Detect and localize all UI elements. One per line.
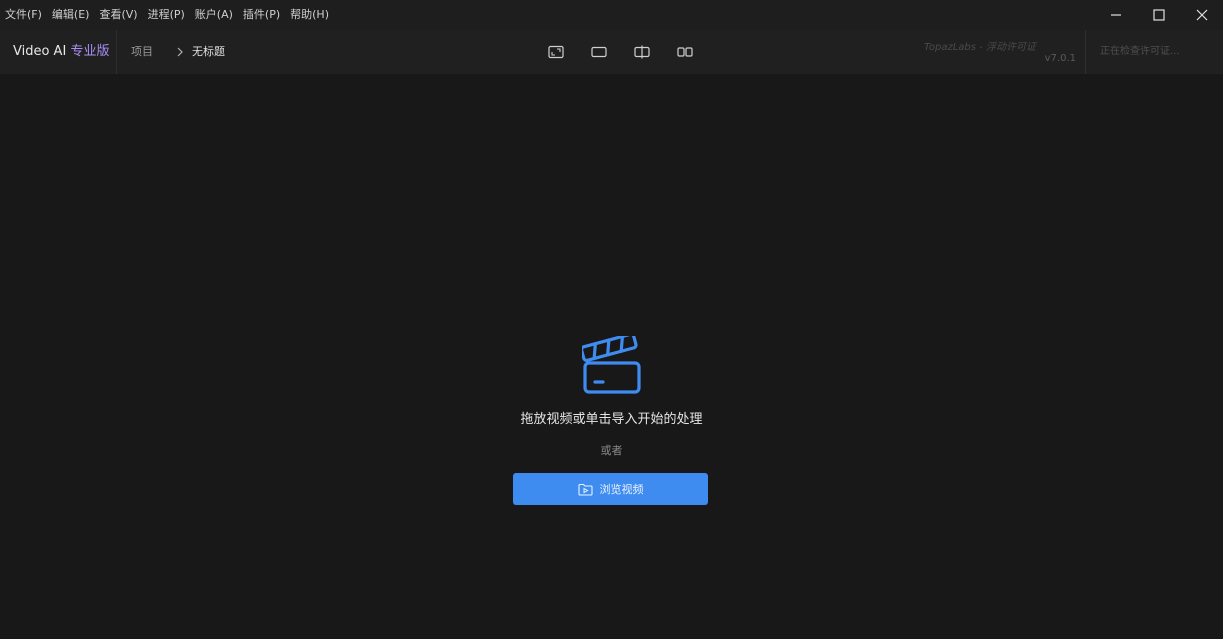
maximize-icon — [1152, 9, 1165, 21]
view-mode-group — [534, 38, 706, 66]
folder-video-icon — [577, 483, 593, 496]
menu-edit[interactable]: 编辑(E) — [47, 0, 95, 30]
app-edition: 专业版 — [70, 44, 110, 59]
license-status: 正在检查许可证... — [1100, 46, 1180, 57]
or-separator-text: 或者 — [600, 444, 623, 457]
toolbar-divider — [1085, 30, 1086, 74]
minimize-button[interactable] — [1094, 0, 1137, 30]
video-drop-zone[interactable]: 拖放视频或单击导入开始的处理 或者 浏览视频 — [0, 74, 1223, 639]
minimize-icon — [1110, 14, 1121, 16]
version-label: v7.0.1 — [1044, 53, 1076, 64]
app-name: Video AI — [13, 44, 67, 59]
menu-view[interactable]: 查看(V) — [94, 0, 142, 30]
view-single-button[interactable] — [534, 38, 577, 66]
menu-process[interactable]: 进程(P) — [143, 0, 190, 30]
menu-account[interactable]: 账户(A) — [190, 0, 238, 30]
close-button[interactable] — [1180, 0, 1223, 30]
side-by-side-view-icon — [676, 47, 693, 57]
view-side-by-side-button[interactable] — [663, 38, 706, 66]
license-watermark: TopazLabs - 浮动许可证 — [924, 42, 1036, 53]
browse-video-button[interactable]: 浏览视频 — [513, 473, 708, 505]
browse-video-label: 浏览视频 — [599, 483, 644, 496]
maximize-button[interactable] — [1137, 0, 1180, 30]
split-view-icon — [633, 45, 650, 59]
toolbar-divider — [116, 30, 117, 74]
breadcrumb-current[interactable]: 无标题 — [192, 30, 225, 74]
menu-plugins[interactable]: 插件(P) — [238, 0, 285, 30]
close-icon — [1196, 9, 1207, 21]
app-brand: Video AI 专业版 — [13, 30, 109, 74]
menu-bar: 文件(F) 编辑(E) 查看(V) 进程(P) 账户(A) 插件(P) 帮助(H… — [0, 0, 1223, 30]
app-toolbar: Video AI 专业版 项目 无标题 TopazLabs - 浮动许可证 v7… — [0, 30, 1223, 74]
view-preview-button[interactable] — [577, 38, 620, 66]
chevron-right-icon — [177, 47, 183, 57]
menu-file[interactable]: 文件(F) — [0, 0, 47, 30]
preview-view-icon — [590, 46, 607, 58]
view-split-button[interactable] — [620, 38, 663, 66]
window-controls — [1094, 0, 1223, 30]
single-view-icon — [547, 45, 564, 59]
menu-help[interactable]: 帮助(H) — [285, 0, 334, 30]
breadcrumb-project[interactable]: 项目 — [131, 30, 153, 74]
drop-hint-text: 拖放视频或单击导入开始的处理 — [520, 412, 703, 427]
clapperboard-icon — [582, 336, 641, 394]
